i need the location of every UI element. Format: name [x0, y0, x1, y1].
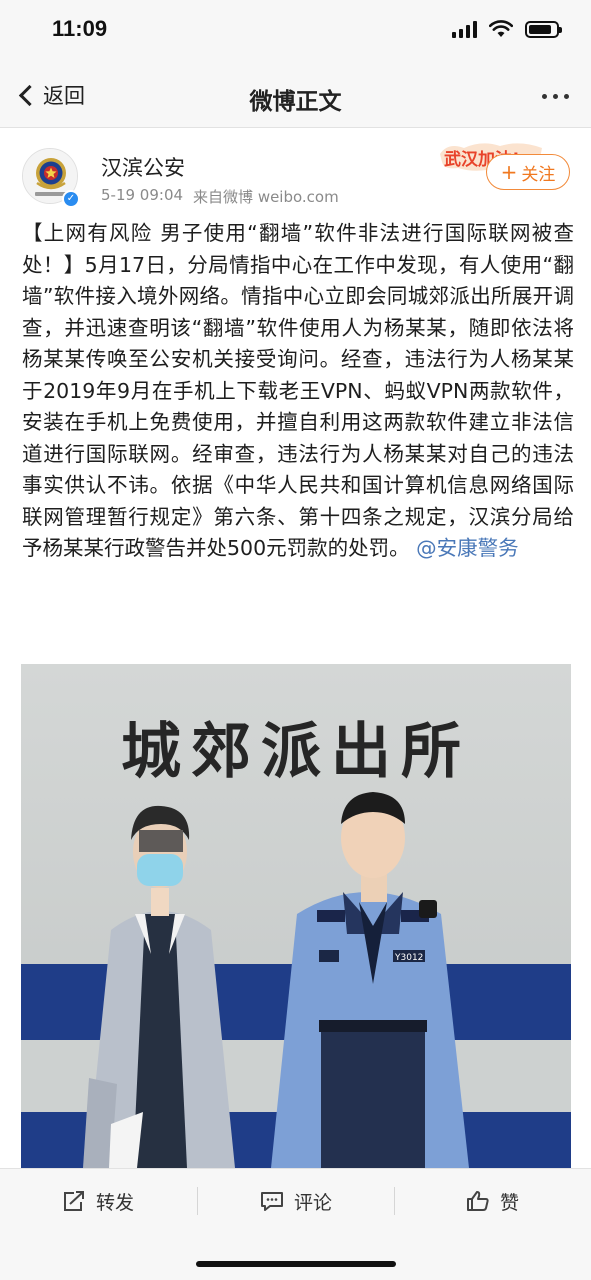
post-header: ✓ 汉滨公安 5-19 09:04 来自微博 weibo.com 武汉加油! +…: [0, 128, 591, 220]
home-indicator[interactable]: [196, 1261, 396, 1267]
comment-label: 评论: [294, 1191, 333, 1214]
post-body-text: 【上网有风险 男子使用“翻墙”软件非法进行国际联网被查处！】5月17日，分局情指…: [22, 221, 574, 560]
post-source: 来自微博 weibo.com: [193, 188, 339, 206]
bottom-toolbar: 转发 评论 赞: [0, 1168, 591, 1280]
plus-icon: +: [500, 160, 518, 184]
thumbs-up-icon: [467, 1191, 489, 1211]
nav-bar: 返回 微博正文: [0, 64, 591, 128]
status-bar: 11:09: [0, 0, 591, 64]
repost-label: 转发: [96, 1191, 135, 1214]
follow-button[interactable]: + 关注: [486, 154, 570, 190]
officer-badge-number: Y3012: [394, 953, 423, 963]
station-sign: 城郊派出所: [121, 717, 471, 787]
repost-icon: [64, 1191, 84, 1211]
post-meta: 5-19 09:04 来自微博 weibo.com: [101, 186, 339, 207]
mention-link[interactable]: @安康警务: [416, 536, 519, 560]
battery-icon: [525, 20, 562, 38]
more-dots-icon[interactable]: [542, 94, 569, 99]
status-time: 11:09: [52, 16, 108, 41]
author-name[interactable]: 汉滨公安: [101, 152, 185, 182]
verified-badge: ✓: [62, 190, 80, 208]
status-icons: [452, 20, 562, 38]
follow-label: 关注: [521, 164, 556, 185]
post-time: 5-19 09:04: [101, 186, 184, 204]
post-text: 【上网有风险 男子使用“翻墙”软件非法进行国际联网被查处！】5月17日，分局情指…: [22, 218, 574, 565]
police-station-photo: 城郊派出所 Y3012: [21, 664, 571, 1168]
comment-icon: [261, 1192, 283, 1211]
like-label: 赞: [500, 1191, 520, 1214]
like-button[interactable]: 赞: [466, 1187, 519, 1215]
page-title: 微博正文: [249, 89, 342, 115]
toolbar-divider: [197, 1187, 198, 1215]
wifi-icon: [489, 20, 513, 37]
post-image[interactable]: 城郊派出所 Y3012: [21, 664, 571, 1168]
toolbar-divider: [394, 1187, 395, 1215]
comment-button[interactable]: 评论: [260, 1187, 332, 1215]
repost-button[interactable]: 转发: [62, 1187, 134, 1215]
signal-icon: [452, 20, 477, 38]
battery-level: [529, 24, 552, 34]
